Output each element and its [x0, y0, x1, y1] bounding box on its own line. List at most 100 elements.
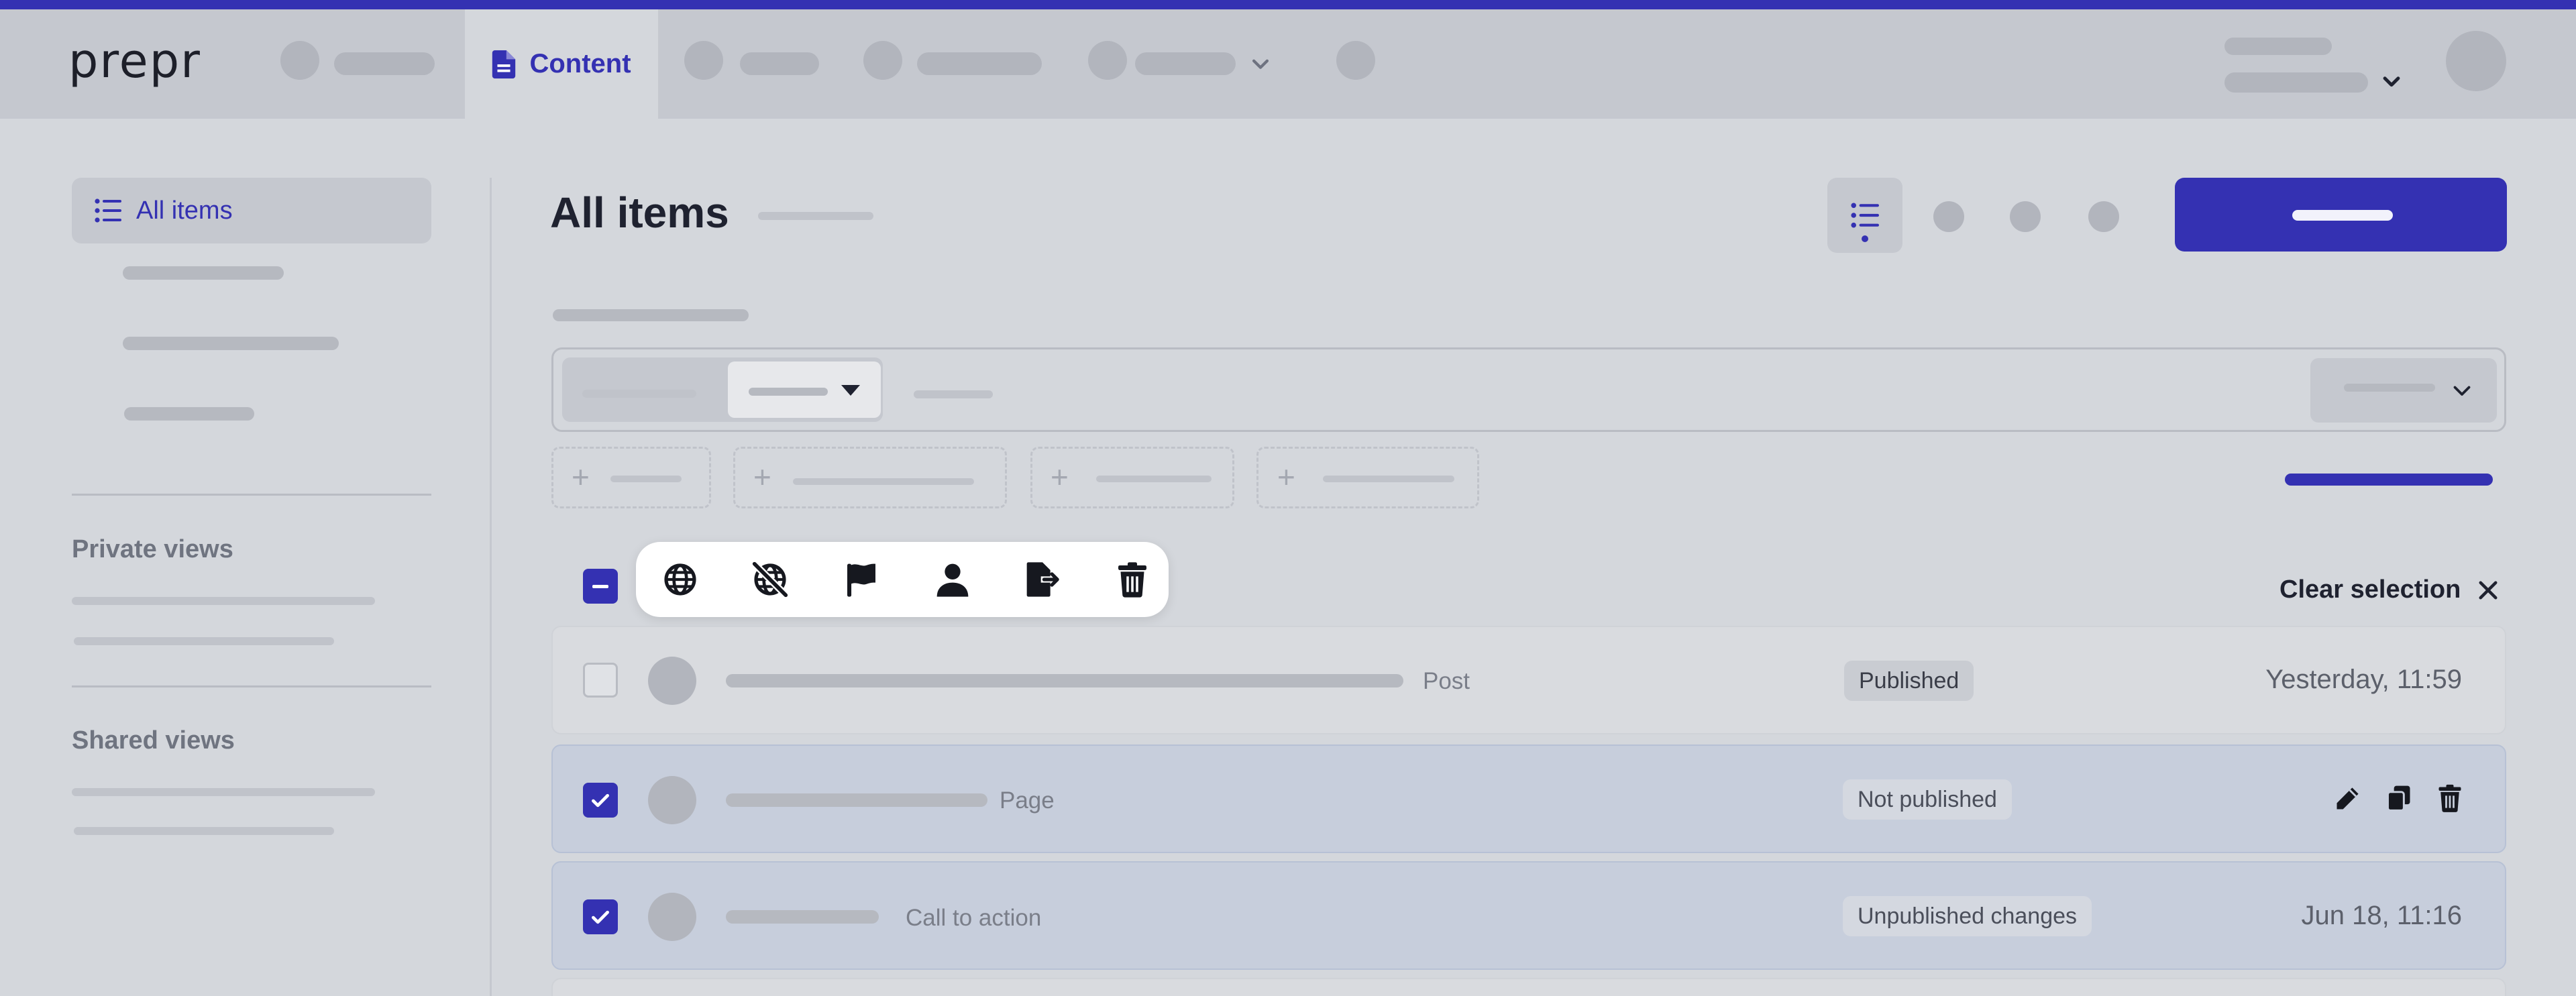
status-badge: Unpublished changes [1843, 896, 2092, 936]
publish-button[interactable] [661, 561, 699, 598]
add-item-button[interactable] [2175, 178, 2507, 252]
list-icon [95, 199, 121, 223]
sidebar-divider [72, 685, 431, 687]
tab-content[interactable]: Content [465, 9, 658, 119]
scope-dropdown-placeholder [749, 388, 828, 396]
bulk-action-toolbar [636, 542, 1169, 617]
clear-selection-button[interactable]: Clear selection [2279, 575, 2498, 604]
sidebar-separator [490, 178, 492, 996]
view-placeholder[interactable] [74, 637, 334, 645]
private-views-heading: Private views [72, 535, 233, 563]
user-avatar[interactable] [2446, 31, 2506, 91]
assign-user-button[interactable] [934, 561, 971, 598]
table-row[interactable]: Post Published Yesterday, 11:59 [551, 626, 2506, 734]
status-badge: Published [1844, 661, 1974, 701]
check-icon [592, 910, 609, 924]
nav-icon-placeholder[interactable] [863, 41, 902, 80]
nav-icon-placeholder[interactable] [280, 41, 319, 80]
app-logo[interactable]: prepr [68, 31, 201, 91]
select-all-checkbox[interactable] [583, 569, 618, 604]
trash-icon [1118, 562, 1146, 598]
row-content-type: Post [1423, 668, 1470, 694]
table-row[interactable] [551, 978, 2506, 996]
sidebar-item-placeholder[interactable] [123, 337, 339, 350]
nav-label-placeholder[interactable] [1135, 52, 1236, 75]
caret-down-icon [841, 385, 860, 396]
item-count-placeholder [758, 212, 873, 220]
row-avatar [648, 657, 696, 705]
nav-label-placeholder[interactable] [917, 52, 1042, 75]
row-avatar [648, 893, 696, 941]
nav-icon-placeholder[interactable] [684, 41, 723, 80]
nav-label-placeholder[interactable] [334, 52, 435, 75]
view-option-button[interactable] [2088, 201, 2119, 232]
export-button[interactable] [1024, 561, 1061, 598]
row-checkbox[interactable] [583, 663, 618, 698]
active-filter-indicator[interactable] [2285, 474, 2493, 486]
chevron-down-icon[interactable] [1249, 52, 1272, 75]
clear-selection-label: Clear selection [2279, 575, 2461, 604]
filter-chip-label [610, 476, 682, 482]
view-placeholder[interactable] [72, 788, 375, 796]
view-placeholder[interactable] [74, 827, 334, 835]
active-view-indicator [1862, 235, 1868, 242]
globe-icon [664, 563, 696, 596]
unpublish-globe-icon [751, 561, 789, 598]
status-badge: Not published [1843, 779, 2012, 820]
export-icon [1026, 562, 1059, 597]
list-icon [1851, 203, 1879, 228]
plus-icon: + [1277, 459, 1295, 494]
edit-icon[interactable] [2333, 783, 2363, 813]
top-accent-bar [0, 0, 2576, 9]
sidebar-item-label: All items [136, 196, 233, 225]
row-content-type: Call to action [906, 905, 1042, 931]
filter-label-placeholder [553, 309, 749, 321]
trash-icon[interactable] [2435, 783, 2465, 813]
row-content-type: Page [1000, 787, 1055, 814]
sidebar-item-placeholder[interactable] [123, 266, 284, 280]
flag-button[interactable] [843, 561, 880, 598]
user-icon [936, 563, 969, 597]
plus-icon: + [1051, 459, 1069, 494]
filter-chip-label [1096, 476, 1212, 482]
row-checkbox[interactable] [583, 783, 618, 818]
row-title-placeholder[interactable] [726, 674, 1403, 687]
view-option-button[interactable] [2010, 201, 2041, 232]
view-option-button[interactable] [1933, 201, 1964, 232]
document-icon [492, 50, 516, 78]
page-title: All items [550, 188, 729, 237]
filter-chip-label [1323, 476, 1454, 482]
row-title-placeholder[interactable] [726, 910, 879, 924]
close-icon [2479, 581, 2498, 599]
tab-content-label: Content [529, 49, 631, 78]
account-name-placeholder [2224, 38, 2332, 55]
row-checkbox[interactable] [583, 899, 618, 934]
sort-label-placeholder [2344, 384, 2435, 392]
plus-icon: + [572, 459, 590, 494]
nav-icon-placeholder[interactable] [1336, 41, 1375, 80]
table-row[interactable]: Call to action Unpublished changes Jun 1… [551, 861, 2506, 970]
row-date: Jun 18, 11:16 [2301, 901, 2462, 930]
sidebar-item-placeholder[interactable] [124, 407, 254, 421]
view-placeholder[interactable] [72, 597, 375, 605]
delete-button[interactable] [1114, 561, 1151, 598]
row-title-placeholder[interactable] [726, 793, 987, 807]
nav-icon-placeholder[interactable] [1088, 41, 1127, 80]
row-actions [2333, 783, 2465, 813]
row-avatar [648, 776, 696, 824]
filter-chip-label [793, 478, 974, 485]
row-date: Yesterday, 11:59 [2265, 665, 2462, 694]
sidebar-item-all-items[interactable]: All items [72, 178, 431, 243]
table-row[interactable]: Page Not published [551, 744, 2506, 853]
search-input[interactable] [914, 390, 993, 398]
nav-label-placeholder[interactable] [740, 52, 819, 75]
duplicate-icon[interactable] [2384, 783, 2414, 813]
add-filter-chip[interactable] [733, 447, 1007, 508]
flag-icon [847, 563, 875, 597]
workspace-placeholder[interactable] [2224, 72, 2368, 93]
sidebar-divider [72, 494, 431, 496]
chevron-down-icon[interactable] [2380, 70, 2403, 93]
chevron-down-icon [2453, 386, 2471, 396]
scope-option-placeholder[interactable] [582, 390, 696, 398]
unpublish-button[interactable] [751, 561, 789, 598]
